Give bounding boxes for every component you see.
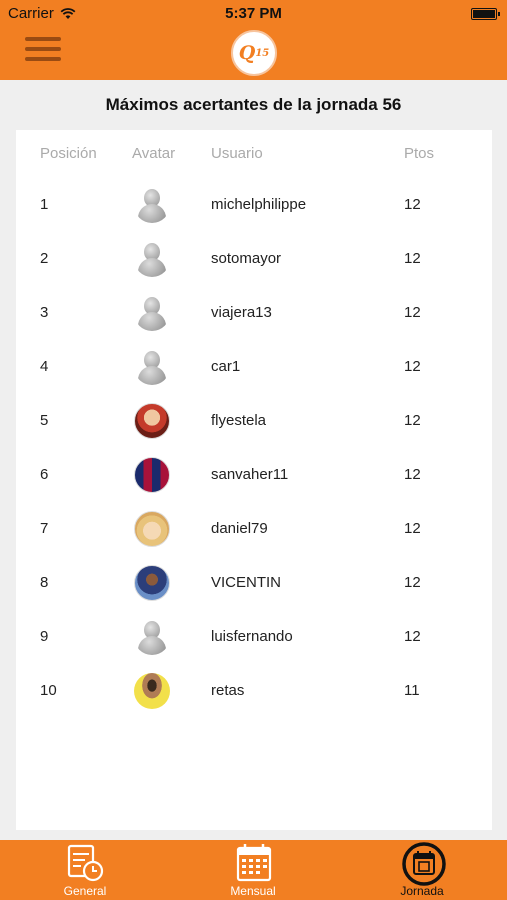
row-points: 12 bbox=[404, 412, 421, 429]
tab-general[interactable]: General bbox=[25, 840, 145, 900]
row-points: 12 bbox=[404, 304, 421, 321]
row-position: 1 bbox=[40, 196, 49, 213]
ranking-table: Posición Avatar Usuario Ptos 1 michelphi… bbox=[16, 130, 492, 830]
status-time: 5:37 PM bbox=[225, 5, 282, 22]
default-avatar-icon bbox=[134, 187, 170, 223]
user-photo-avatar bbox=[134, 511, 170, 547]
column-header-points: Ptos bbox=[404, 145, 435, 162]
row-username: daniel79 bbox=[211, 520, 268, 537]
row-points: 12 bbox=[404, 574, 421, 591]
table-row[interactable]: 4 car1 12 bbox=[16, 340, 492, 394]
row-points: 12 bbox=[404, 520, 421, 537]
user-photo-avatar bbox=[134, 403, 170, 439]
battery-icon bbox=[471, 8, 500, 20]
row-position: 4 bbox=[40, 358, 49, 375]
row-username: car1 bbox=[211, 358, 241, 375]
row-username: sanvaher11 bbox=[211, 466, 289, 483]
default-avatar-icon bbox=[134, 619, 170, 655]
logo-number: 15 bbox=[255, 47, 270, 59]
table-row[interactable]: 2 sotomayor 12 bbox=[16, 232, 492, 286]
clipboard-clock-icon bbox=[67, 844, 104, 882]
page-title: Máximos acertantes de la jornada 56 bbox=[105, 95, 402, 114]
table-row[interactable]: 6 sanvaher11 12 bbox=[16, 448, 492, 502]
column-header-position: Posición bbox=[40, 145, 97, 162]
default-avatar-icon bbox=[134, 295, 170, 331]
column-header-avatar: Avatar bbox=[132, 145, 176, 162]
table-row[interactable]: 7 daniel79 12 bbox=[16, 502, 492, 556]
row-position: 7 bbox=[40, 520, 49, 537]
table-header: Posición Avatar Usuario Ptos bbox=[16, 130, 492, 184]
row-points: 12 bbox=[404, 196, 421, 213]
menu-line-icon bbox=[25, 57, 61, 61]
default-avatar-icon bbox=[134, 241, 170, 277]
menu-line-icon bbox=[25, 37, 61, 41]
row-username: flyestela bbox=[211, 412, 267, 429]
row-position: 2 bbox=[40, 250, 49, 267]
row-position: 9 bbox=[40, 628, 49, 645]
row-position: 8 bbox=[40, 574, 49, 591]
app-logo: Q 15 bbox=[231, 30, 277, 76]
table-row[interactable]: 5 flyestela 12 bbox=[16, 394, 492, 448]
row-points: 12 bbox=[404, 250, 421, 267]
row-position: 10 bbox=[40, 682, 57, 699]
table-row[interactable]: 8 VICENTIN 12 bbox=[16, 556, 492, 610]
hamburger-menu-button[interactable] bbox=[25, 37, 61, 65]
calendar-day-icon bbox=[402, 842, 446, 886]
table-row[interactable]: 9 luisfernando 12 bbox=[16, 610, 492, 664]
column-header-user: Usuario bbox=[211, 145, 263, 162]
tab-label: General bbox=[63, 884, 107, 898]
row-username: sotomayor bbox=[211, 250, 282, 267]
user-photo-avatar bbox=[134, 457, 170, 493]
table-row[interactable]: 1 michelphilippe 12 bbox=[16, 178, 492, 232]
user-photo-avatar bbox=[134, 565, 170, 601]
row-points: 12 bbox=[404, 358, 421, 375]
row-position: 5 bbox=[40, 412, 49, 429]
bottom-tab-bar: General Mensual Jornada bbox=[0, 840, 507, 900]
tab-label: Jornada bbox=[400, 884, 444, 898]
table-row[interactable]: 3 viajera13 12 bbox=[16, 286, 492, 340]
calendar-icon bbox=[236, 844, 272, 882]
row-points: 11 bbox=[404, 682, 420, 699]
tab-mensual[interactable]: Mensual bbox=[193, 840, 313, 900]
row-points: 12 bbox=[404, 628, 421, 645]
status-bar: Carrier 5:37 PM bbox=[0, 0, 507, 28]
row-points: 12 bbox=[404, 466, 421, 483]
table-row[interactable]: 10 retas 11 bbox=[16, 664, 492, 718]
row-username: VICENTIN bbox=[211, 574, 282, 591]
tab-jornada[interactable]: Jornada bbox=[362, 840, 482, 900]
tab-label: Mensual bbox=[230, 884, 276, 898]
row-username: retas bbox=[211, 682, 245, 699]
row-position: 3 bbox=[40, 304, 49, 321]
logo-letter: Q bbox=[238, 42, 256, 64]
row-username: michelphilippe bbox=[211, 196, 307, 213]
row-username: viajera13 bbox=[211, 304, 272, 321]
top-navigation-bar: Carrier 5:37 PM Q 15 bbox=[0, 0, 507, 80]
user-photo-avatar bbox=[134, 673, 170, 709]
menu-line-icon bbox=[25, 47, 61, 51]
default-avatar-icon bbox=[134, 349, 170, 385]
row-position: 6 bbox=[40, 466, 49, 483]
row-username: luisfernando bbox=[211, 628, 293, 645]
